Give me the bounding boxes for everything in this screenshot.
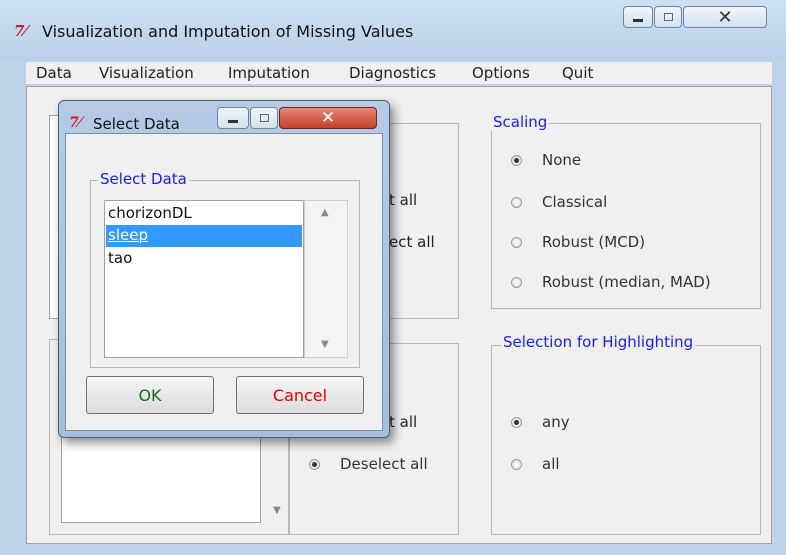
deselect-all-option[interactable]: Deselect all (309, 455, 428, 473)
radio-button[interactable] (511, 236, 522, 248)
minimize-icon (633, 18, 643, 22)
dialog-title: Select Data (93, 115, 180, 133)
highlight-option-all[interactable]: all (511, 455, 560, 473)
highlighting-group (491, 345, 761, 535)
menu-options[interactable]: Options (472, 64, 530, 82)
dialog-maximize-button[interactable] (250, 107, 278, 129)
tk-logo-icon: 7⁄ (69, 115, 82, 131)
select-data-dialog: 7⁄ Select Data ✕ Select Data chorizonDL … (58, 100, 390, 438)
close-button[interactable]: ✕ (683, 6, 767, 28)
radio-button[interactable] (309, 458, 320, 470)
window-title: Visualization and Imputation of Missing … (42, 22, 414, 41)
maximize-icon (663, 13, 673, 21)
listbox-scrollbar[interactable]: ▲ ▼ (304, 200, 348, 358)
scaling-option-robust-mcd[interactable]: Robust (MCD) (511, 233, 645, 251)
close-icon: ✕ (717, 6, 733, 28)
scroll-up-icon[interactable]: ▲ (321, 207, 329, 218)
menu-diagnostics[interactable]: Diagnostics (349, 64, 436, 82)
highlighting-title: Selection for Highlighting (501, 333, 696, 351)
scaling-option-robust-median[interactable]: Robust (median, MAD) (511, 273, 711, 291)
select-data-group-title: Select Data (98, 170, 189, 188)
scroll-down-icon[interactable]: ▼ (273, 505, 281, 516)
radio-button[interactable] (511, 276, 522, 288)
list-item-selected[interactable]: sleep (108, 226, 148, 244)
cancel-button[interactable]: Cancel (236, 376, 364, 414)
menu-visualization[interactable]: Visualization (99, 64, 194, 82)
scaling-option-none[interactable]: None (511, 151, 581, 169)
select-all-label-lower[interactable]: t all (389, 413, 417, 431)
ok-button[interactable]: OK (86, 376, 214, 414)
radio-button[interactable] (511, 154, 522, 166)
select-all-label-upper[interactable]: t all (389, 191, 417, 209)
dialog-client-area: Select Data chorizonDL sleep tao ▲ ▼ OK … (65, 133, 383, 431)
minimize-button[interactable] (623, 6, 653, 28)
menu-quit[interactable]: Quit (562, 64, 593, 82)
deselect-all-label-upper[interactable]: ect all (389, 233, 435, 251)
close-icon: ✕ (320, 108, 336, 128)
minimize-icon (228, 119, 238, 123)
list-item[interactable]: tao (108, 249, 132, 267)
menu-imputation[interactable]: Imputation (228, 64, 310, 82)
maximize-button[interactable] (654, 6, 682, 28)
radio-button[interactable] (511, 458, 522, 470)
list-item[interactable]: chorizonDL (108, 204, 192, 222)
scaling-title: Scaling (491, 113, 550, 131)
radio-button[interactable] (511, 416, 522, 428)
radio-button[interactable] (511, 196, 522, 208)
dialog-minimize-button[interactable] (217, 107, 249, 129)
highlight-option-any[interactable]: any (511, 413, 570, 431)
tk-logo-icon: 7⁄ (14, 22, 27, 40)
scaling-option-classical[interactable]: Classical (511, 193, 607, 211)
menu-data[interactable]: Data (36, 64, 72, 82)
data-listbox[interactable]: chorizonDL sleep tao (104, 200, 304, 358)
scroll-down-icon[interactable]: ▼ (321, 339, 329, 350)
dialog-close-button[interactable]: ✕ (279, 107, 377, 129)
maximize-icon (259, 114, 269, 122)
menu-bar: Data Visualization Imputation Diagnostic… (26, 62, 772, 84)
